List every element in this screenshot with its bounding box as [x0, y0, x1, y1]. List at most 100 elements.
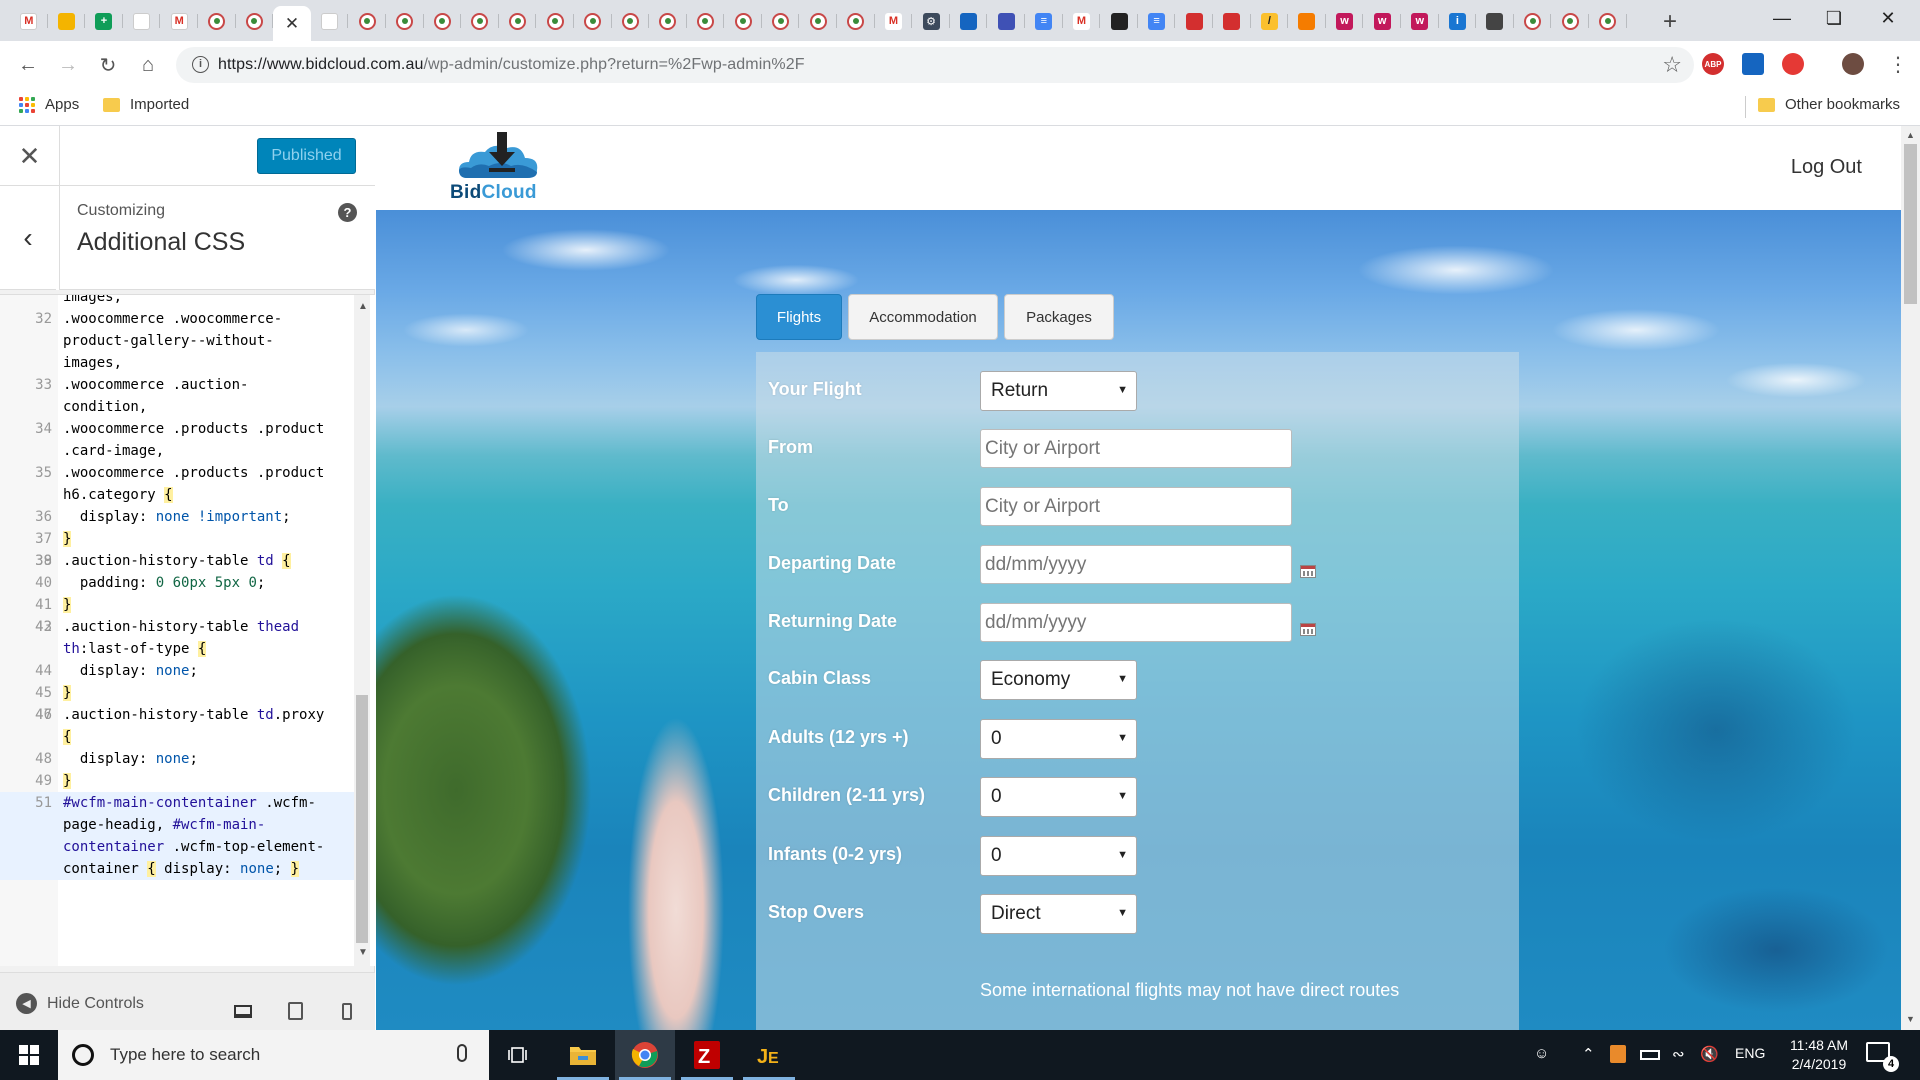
code-line[interactable]: 32 .woocommerce .woocommerce- — [0, 308, 355, 330]
browser-tab[interactable]: w — [1363, 6, 1401, 36]
browser-tab[interactable] — [762, 6, 800, 36]
published-button[interactable]: Published — [257, 138, 356, 174]
browser-tab[interactable] — [499, 6, 537, 36]
code-line[interactable]: images, — [0, 352, 355, 374]
wifi-icon[interactable]: ∾ — [1672, 1045, 1685, 1063]
desktop-preview-icon[interactable] — [232, 1001, 254, 1021]
code-line[interactable]: 36 display: none !important; — [0, 506, 355, 528]
code-line[interactable]: 49} — [0, 770, 355, 792]
bookmark-apps[interactable]: Apps — [19, 96, 79, 113]
code-line[interactable]: 37} — [0, 528, 355, 550]
infants-select[interactable]: 0 ▼ — [980, 836, 1137, 876]
browser-tab[interactable] — [1551, 6, 1589, 36]
code-line[interactable]: contentainer .wcfm-top-element- — [0, 836, 355, 858]
scroll-down-arrow-icon[interactable]: ▼ — [358, 947, 368, 958]
browser-tab[interactable] — [236, 6, 274, 36]
browser-tab[interactable] — [348, 6, 386, 36]
browser-tab[interactable]: + — [85, 6, 123, 36]
window-close-icon[interactable]: ✕ — [1868, 8, 1908, 29]
jetbrains-icon[interactable]: JE — [739, 1030, 799, 1080]
adblock-plus-icon[interactable]: ABP — [1702, 53, 1724, 75]
chrome-extension-icon[interactable] — [1782, 53, 1804, 75]
reload-icon[interactable]: ↻ — [94, 51, 122, 79]
bookmark-imported[interactable]: Imported — [103, 96, 189, 113]
cabin-class-select[interactable]: Economy ▼ — [980, 660, 1137, 700]
profile-avatar[interactable] — [1842, 53, 1864, 75]
code-line[interactable]: 45} — [0, 682, 355, 704]
browser-tab[interactable] — [687, 6, 725, 36]
browser-tab[interactable] — [424, 6, 462, 36]
code-line[interactable]: .card-image, — [0, 440, 355, 462]
code-line[interactable]: { — [0, 726, 355, 748]
browser-tab[interactable] — [799, 6, 837, 36]
browser-tab[interactable] — [1589, 6, 1627, 36]
browser-menu-icon[interactable]: ⋮ — [1888, 52, 1908, 77]
home-icon[interactable]: ⌂ — [134, 51, 162, 79]
info-icon[interactable]: i — [192, 56, 209, 73]
minimize-icon[interactable]: — — [1762, 8, 1802, 29]
browser-tab[interactable]: ⚙ — [912, 6, 950, 36]
to-input[interactable] — [980, 487, 1292, 526]
tab-close-icon[interactable]: ✕ — [285, 14, 299, 34]
code-line[interactable]: 39 .auction-history-table td { — [0, 550, 355, 572]
browser-tab[interactable] — [1288, 6, 1326, 36]
code-line[interactable]: condition, — [0, 396, 355, 418]
browser-tab[interactable]: ≡ — [1025, 6, 1063, 36]
language-indicator[interactable]: ENG — [1735, 1045, 1765, 1061]
tab-packages[interactable]: Packages — [1004, 294, 1114, 340]
stop-overs-select[interactable]: Direct ▼ — [980, 894, 1137, 934]
code-line[interactable]: 44 display: none; — [0, 660, 355, 682]
code-line[interactable]: 33 .woocommerce .auction- — [0, 374, 355, 396]
tray-app-icon[interactable] — [1610, 1045, 1626, 1063]
browser-tab[interactable]: w — [1326, 6, 1364, 36]
microphone-icon[interactable] — [457, 1044, 467, 1062]
code-line[interactable]: 48 display: none; — [0, 748, 355, 770]
scroll-down-arrow-icon[interactable]: ▼ — [1906, 1014, 1915, 1024]
browser-tab[interactable] — [123, 6, 161, 36]
browser-tab-active[interactable]: ✕ — [273, 6, 311, 41]
address-bar[interactable]: i https://www.bidcloud.com.au/wp-admin/c… — [176, 47, 1694, 83]
filezilla-icon[interactable]: Z — [677, 1030, 737, 1080]
browser-tab[interactable] — [1213, 6, 1251, 36]
tablet-preview-icon[interactable] — [284, 1001, 306, 1021]
browser-tab[interactable]: w — [1401, 6, 1439, 36]
browser-tab[interactable] — [837, 6, 875, 36]
browser-tab[interactable]: / — [1251, 6, 1289, 36]
close-customizer-button[interactable]: ✕ — [0, 126, 60, 186]
bookmark-other[interactable]: Other bookmarks — [1758, 96, 1900, 113]
back-chevron-icon[interactable]: ‹ — [0, 186, 60, 290]
browser-tab[interactable] — [612, 6, 650, 36]
tab-flights[interactable]: Flights — [756, 294, 842, 340]
browser-tab[interactable] — [461, 6, 499, 36]
code-line[interactable]: container { display: none; } — [0, 858, 355, 880]
your-flight-select[interactable]: Return ▼ — [980, 371, 1137, 411]
code-line[interactable]: 51 #wcfm-main-contentainer .wcfm- — [0, 792, 355, 814]
code-line[interactable]: 41} — [0, 594, 355, 616]
browser-tab[interactable] — [1476, 6, 1514, 36]
scroll-up-arrow-icon[interactable]: ▲ — [1906, 130, 1915, 140]
calendar-icon[interactable] — [1300, 565, 1316, 578]
clock[interactable]: 11:48 AM 2/4/2019 — [1773, 1036, 1865, 1074]
restore-icon[interactable]: ❏ — [1814, 8, 1854, 29]
browser-tab[interactable] — [198, 6, 236, 36]
browser-tab[interactable] — [48, 6, 86, 36]
scroll-up-arrow-icon[interactable]: ▲ — [358, 301, 368, 312]
hide-controls-button[interactable]: ◀ Hide Controls — [16, 993, 144, 1014]
browser-tab[interactable] — [311, 6, 349, 36]
browser-tab[interactable] — [1514, 6, 1552, 36]
battery-icon[interactable] — [1640, 1050, 1660, 1060]
code-line[interactable]: 40 padding: 0 60px 5px 0; — [0, 572, 355, 594]
code-line[interactable]: images, — [0, 295, 355, 308]
browser-tab[interactable]: M — [160, 6, 198, 36]
screenshot-extension-icon[interactable] — [1742, 53, 1764, 75]
chrome-taskbar-icon[interactable] — [615, 1030, 675, 1080]
editor-scroll-thumb[interactable] — [356, 695, 368, 943]
preview-scrollbar[interactable]: ▲ ▼ — [1901, 126, 1920, 1030]
browser-tab[interactable] — [536, 6, 574, 36]
preview-scroll-thumb[interactable] — [1904, 144, 1917, 304]
logo-text[interactable]: BidCloud — [450, 182, 537, 204]
mobile-preview-icon[interactable] — [336, 1001, 358, 1021]
start-button[interactable] — [0, 1030, 58, 1080]
new-tab-button[interactable]: + — [1657, 8, 1683, 36]
calendar-icon[interactable] — [1300, 623, 1316, 636]
